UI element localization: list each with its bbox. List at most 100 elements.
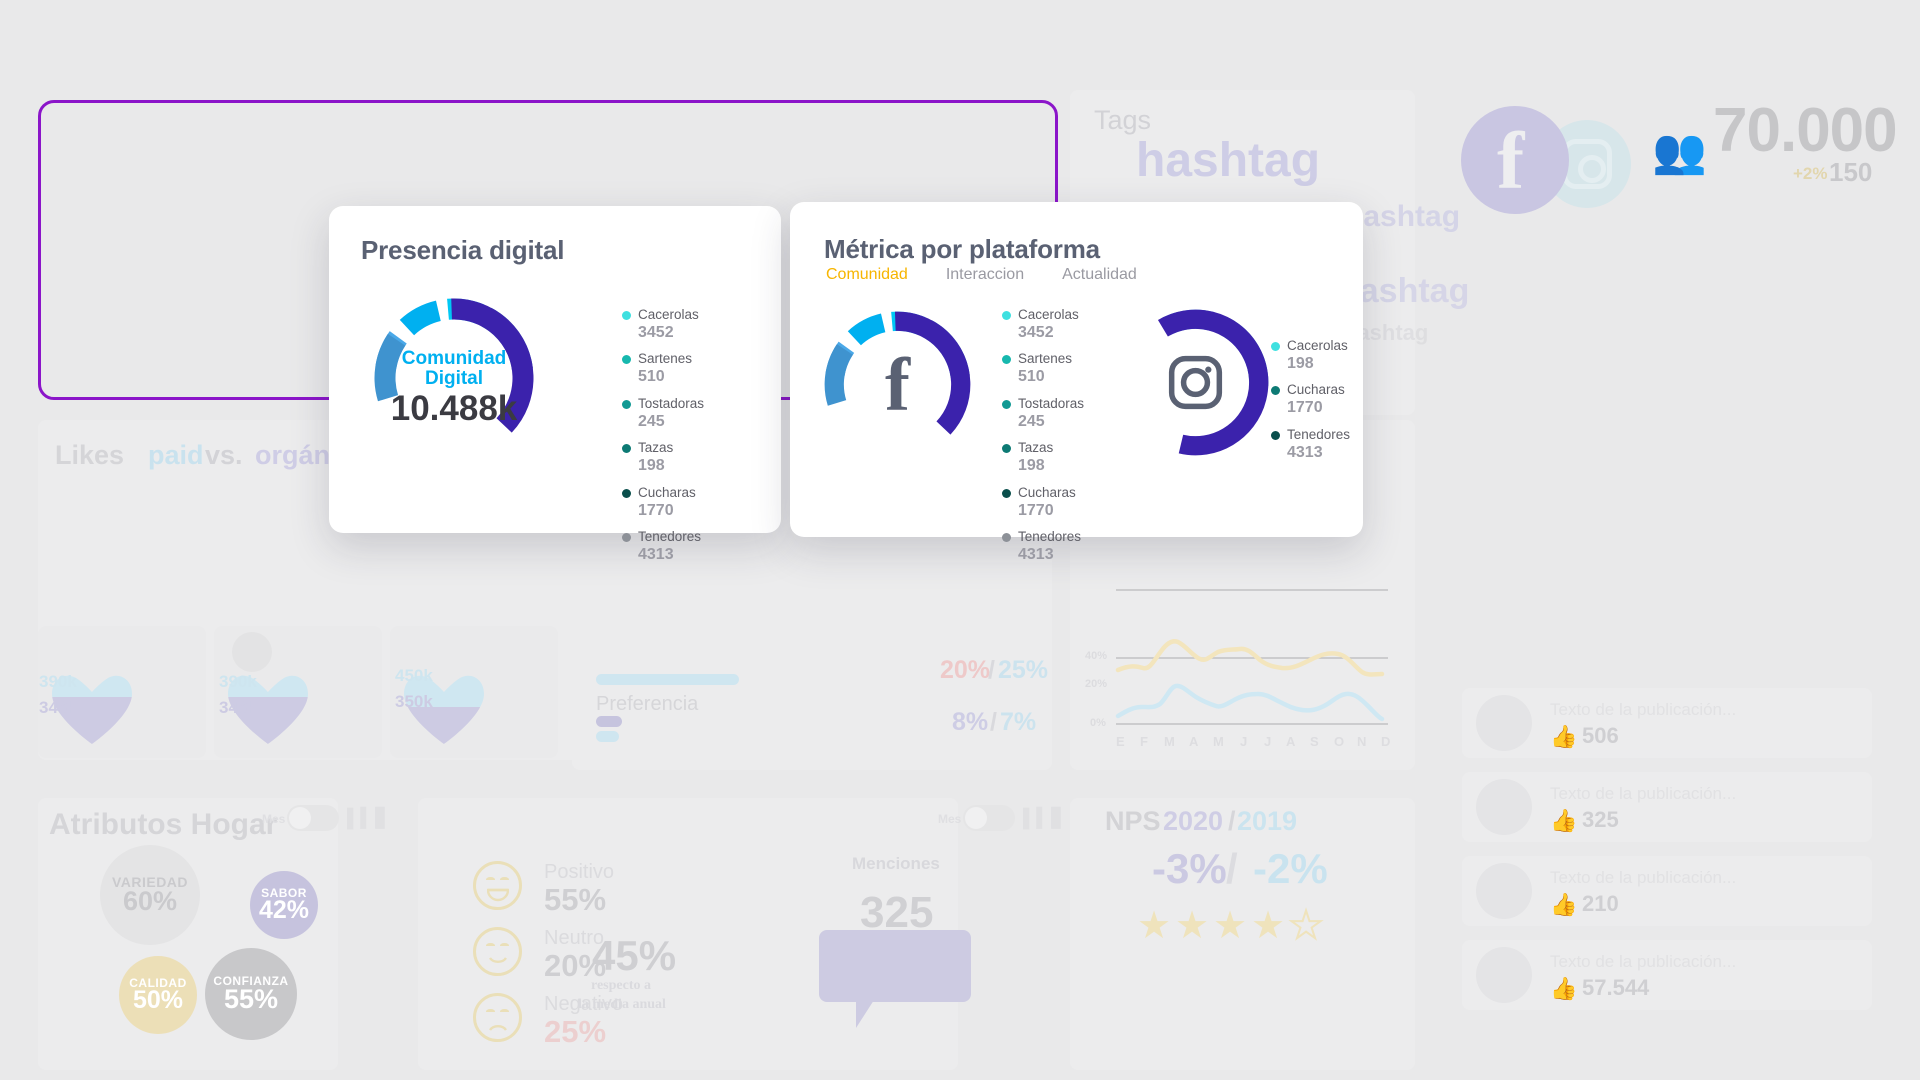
legend-value: 1770 — [1018, 501, 1054, 519]
legend-item[interactable]: Tenedores 4313 — [622, 528, 704, 564]
preferencia-bar — [596, 731, 619, 742]
legend-dot-icon — [622, 399, 631, 409]
legend-label: Tazas — [638, 440, 674, 456]
likes-title: Likes — [55, 440, 125, 470]
legend-item[interactable]: Cacerolas 3452 — [1002, 306, 1084, 342]
publication-text: Texto de la publicación... — [1550, 784, 1737, 803]
tab-comunidad[interactable]: Comunidad — [826, 266, 908, 284]
attribute-bubble[interactable]: SABOR 42% — [250, 871, 318, 939]
background-dashboard: Tags hashtag hashtag hashtag hashtag has… — [0, 0, 1920, 1080]
publication-likes: 210 — [1582, 891, 1619, 916]
card2-legend-right: Cacerolas 198 Cucharas 1770 Tenedores 43… — [1271, 337, 1350, 470]
sentiment-toggle[interactable] — [963, 805, 1015, 831]
line-chart — [1115, 589, 1388, 725]
nps-title: NPS — [1105, 806, 1161, 836]
legend-value: 198 — [1287, 355, 1314, 372]
avatar — [1476, 695, 1532, 751]
preferencia-separator: / — [990, 708, 997, 736]
attribute-bubble[interactable]: CALIDAD 50% — [119, 956, 197, 1034]
sentiment-value: 55% — [544, 882, 607, 917]
average-value: 45% — [592, 932, 677, 979]
bar-chart-icon[interactable]: ▌▍▋ — [347, 808, 390, 829]
average-caption-line2: la media anual — [578, 997, 666, 1012]
donut-chart-instagram — [1122, 309, 1269, 456]
preferencia-bar — [596, 674, 739, 685]
legend-item[interactable]: Tostadoras 245 — [1002, 395, 1084, 431]
likes-vs-label: vs. — [205, 440, 243, 470]
speech-bubble-icon — [819, 930, 971, 1002]
tags-title: Tags — [1094, 105, 1152, 135]
legend-value: 245 — [638, 412, 665, 430]
preferencia-value-b: 7% — [1000, 708, 1037, 736]
metrica-por-plataforma-card[interactable]: Métrica por plataforma Comunidad Interac… — [790, 202, 1363, 563]
bar-chart-icon[interactable]: ▌▍▋ — [1023, 808, 1066, 829]
line-chart-x-tick: M — [1164, 734, 1175, 749]
followers-delta: 150 — [1829, 157, 1873, 187]
legend-item[interactable]: Tazas 198 — [622, 439, 704, 475]
legend-dot-icon — [622, 532, 631, 542]
legend-item[interactable]: Sartenes 510 — [1002, 350, 1084, 386]
legend-label: Tazas — [1018, 440, 1054, 456]
legend-dot-icon — [1271, 430, 1280, 440]
attribute-bubble[interactable]: VARIEDAD 60% — [100, 845, 200, 945]
legend-item[interactable]: Tenedores 4313 — [1002, 528, 1084, 564]
attribute-bubble-value: 42% — [258, 895, 310, 924]
nps-value-separator: / — [1226, 845, 1238, 892]
likes-gauge-value-bottom: 350k — [395, 692, 433, 711]
dashboard-root: Tags hashtag hashtag hashtag hashtag has… — [0, 0, 1920, 1080]
likes-gauge-value-bottom: 348k — [39, 698, 77, 717]
publication-row[interactable]: Texto de la publicación... 👍 506 — [1462, 688, 1872, 758]
legend-item[interactable]: Cucharas 1770 — [622, 484, 704, 520]
publication-likes: 57.544 — [1582, 975, 1650, 1000]
legend-dot-icon — [1002, 311, 1011, 320]
legend-value: 3452 — [1018, 324, 1054, 341]
legend-value: 3452 — [638, 324, 674, 341]
average-caption-line1: respecto a — [591, 978, 651, 993]
line-chart-x-tick: O — [1334, 734, 1345, 749]
donut-center-line2: Digital — [425, 368, 483, 389]
legend-value: 4313 — [1287, 443, 1323, 461]
speech-bubble-tail-icon — [856, 1000, 874, 1028]
legend-item[interactable]: Cucharas 1770 — [1271, 381, 1350, 417]
legend-item[interactable]: Cucharas 1770 — [1002, 484, 1084, 520]
atributos-toggle[interactable] — [287, 805, 339, 831]
star-icon: ★ — [1175, 905, 1210, 947]
legend-dot-icon — [1271, 386, 1280, 396]
legend-item[interactable]: Cacerolas 3452 — [622, 306, 704, 342]
legend-item[interactable]: Tazas 198 — [1002, 439, 1084, 475]
publication-row[interactable]: Texto de la publicación... 👍 325 — [1462, 772, 1872, 842]
legend-item[interactable]: Cacerolas 198 — [1271, 337, 1350, 373]
publication-likes: 325 — [1582, 807, 1619, 832]
legend-value: 245 — [1018, 412, 1045, 430]
legend-item[interactable]: Sartenes 510 — [622, 350, 704, 386]
tab-actualidad[interactable]: Actualidad — [1062, 266, 1137, 284]
attribute-bubble[interactable]: CONFIANZA 55% — [205, 948, 297, 1040]
attribute-bubble-value: 50% — [132, 985, 184, 1014]
legend-value: 198 — [638, 457, 665, 475]
legend-label: Sartenes — [1018, 351, 1073, 367]
line-chart-x-tick: J — [1264, 734, 1272, 749]
tag-word[interactable]: hashtag — [1136, 133, 1320, 188]
legend-item[interactable]: Tostadoras 245 — [622, 395, 704, 431]
publication-row[interactable]: Texto de la publicación... 👍 210 — [1462, 856, 1872, 926]
avatar — [1476, 947, 1532, 1003]
legend-label: Cacerolas — [1287, 338, 1348, 353]
sentiment-value: 25% — [544, 1014, 607, 1049]
preferencia-value-b: 25% — [998, 656, 1049, 684]
legend-item[interactable]: Tenedores 4313 — [1271, 426, 1350, 462]
likes-gauge-card[interactable] — [38, 626, 206, 758]
line-chart-x-tick: D — [1381, 734, 1391, 749]
legend-label: Tenedores — [638, 528, 702, 544]
legend-dot-icon — [622, 311, 631, 320]
presencia-digital-card[interactable]: Presencia digital Interacciones Viralida… — [329, 206, 1037, 563]
publication-row[interactable]: Texto de la publicación... 👍 57.544 — [1462, 940, 1872, 1010]
legend-value: 4313 — [638, 545, 674, 563]
line-chart-y-tick: 40% — [1085, 650, 1108, 662]
card-title: Métrica por plataforma — [824, 234, 1100, 264]
line-chart-x-tick: M — [1213, 734, 1224, 749]
legend-label: Tostadoras — [638, 395, 705, 411]
preferencia-bar — [596, 716, 622, 727]
nps-year-previous: 2019 — [1237, 806, 1298, 836]
star-icon: ★ — [1137, 905, 1172, 947]
tab-interaccion[interactable]: Interaccion — [946, 266, 1024, 284]
